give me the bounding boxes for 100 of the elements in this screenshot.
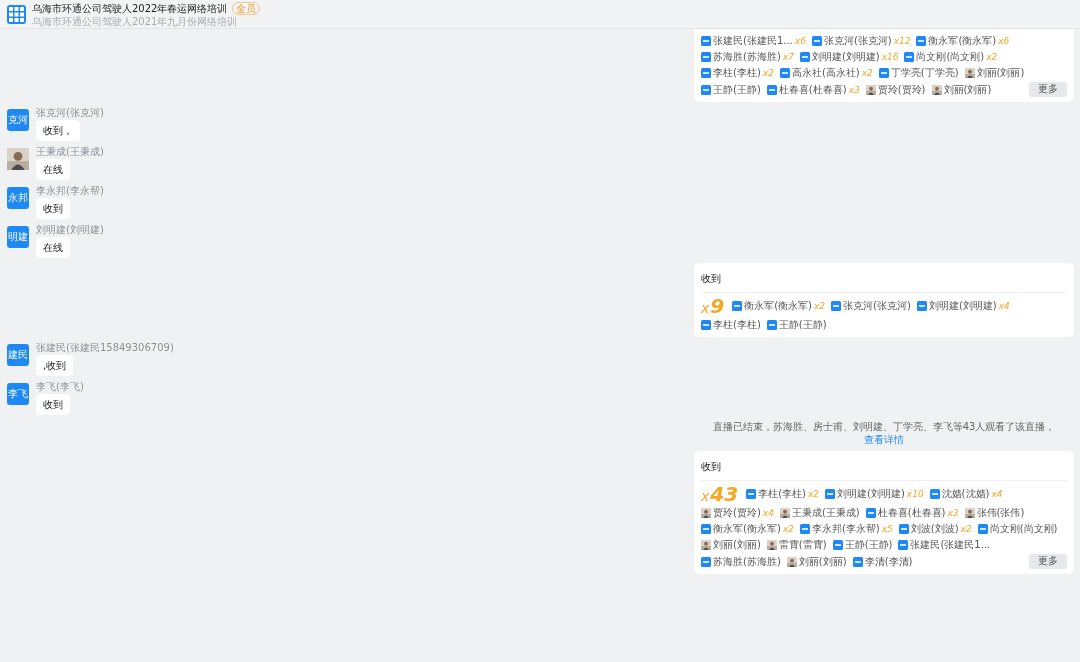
- name-tag-icon: [701, 524, 711, 534]
- reactor-name: 张建民(张建民1...: [910, 538, 991, 552]
- reactor-name: 高永社(高永社): [791, 66, 860, 80]
- reaction-count: x2: [814, 300, 826, 313]
- reaction-count: x5: [881, 523, 893, 536]
- name-tag-icon: [929, 489, 940, 499]
- sender-name: 李飞(李飞): [36, 381, 84, 392]
- user-avatar[interactable]: 明建: [7, 226, 29, 248]
- sender-name: 张克河(张克河): [36, 107, 104, 118]
- reactor-name: 衡永军(衡永军): [744, 299, 813, 313]
- sender-name: 李永邦(李永帮): [36, 185, 104, 196]
- times-sign: x: [701, 300, 710, 316]
- name-tag-icon: [852, 556, 863, 567]
- reactor-name: 贾玲(贾玲): [713, 506, 761, 520]
- reactor-name: 张克河(张克河): [843, 299, 911, 313]
- reactor-name: 衡永军(衡永军): [713, 522, 781, 536]
- reactor-name: 沈嫱(沈嫱): [941, 487, 990, 501]
- reaction-count: x2: [986, 51, 998, 64]
- name-tag-icon: [898, 524, 909, 534]
- reactor-name: 李柱(李柱): [758, 487, 806, 501]
- group-title: 乌海市环通公司驾驶人2022年春运网络培训: [32, 1, 228, 16]
- more-button[interactable]: 更多: [1029, 82, 1067, 97]
- reactor-name: 杜春喜(杜春喜): [778, 82, 847, 97]
- name-tag-icon: [811, 36, 822, 46]
- name-tag-icon: [916, 36, 927, 46]
- reactor-name: 王秉成(王秉成): [791, 506, 860, 520]
- live-ended-notice: 直播已结束，苏海胜、房士甫、刘明建、丁学亮、李飞等43人观看了该直播， 查看详情: [711, 420, 1057, 446]
- sender-name: 王秉成(王秉成): [36, 146, 104, 157]
- reactor-name: 苏海胜(苏海胜): [713, 50, 781, 64]
- reaction-count: x3: [848, 83, 860, 97]
- message-bubble: 收到，: [36, 120, 80, 141]
- name-tag-icon: [898, 540, 909, 550]
- reaction-count: x7: [782, 51, 794, 64]
- name-tag-icon: [766, 320, 777, 330]
- reactor-name: 王静(王静): [713, 82, 761, 97]
- reactor-name: 衡永军(衡永军): [928, 34, 997, 48]
- avatar-icon: [701, 540, 711, 550]
- reaction-count: x4: [991, 488, 1003, 501]
- total-count: 9: [710, 296, 725, 316]
- group-avatar-icon: [7, 4, 26, 24]
- reaction-count: x12: [893, 35, 911, 48]
- reaction-count: x2: [861, 67, 873, 80]
- reactor-name: 刘丽(刘丽): [798, 554, 847, 569]
- reaction-count: x2: [807, 488, 819, 501]
- reactor-name: 李清(李清): [864, 554, 913, 569]
- reactor-name: 王静(王静): [844, 538, 893, 552]
- name-tag-icon: [701, 36, 711, 46]
- user-avatar[interactable]: 克河: [7, 109, 29, 131]
- message-text: 收到: [701, 456, 1067, 481]
- name-tag-icon: [701, 68, 711, 78]
- name-tag-icon: [701, 556, 711, 567]
- reactor-name: 刘明建(刘明建): [928, 299, 997, 313]
- name-tag-icon: [779, 68, 790, 78]
- reaction-count: x6: [998, 35, 1010, 48]
- reaction-count: x2: [762, 67, 774, 80]
- name-tag-icon: [799, 52, 810, 62]
- message-bubble: 收到: [36, 394, 70, 415]
- message-bubble: 在线: [36, 237, 70, 258]
- reaction-count: x3: [947, 507, 959, 520]
- group-tag: 全员: [232, 2, 261, 15]
- name-tag-icon: [865, 508, 876, 518]
- reactor-name: 贾玲(贾玲): [877, 82, 926, 97]
- message-bubble: 收到: [36, 198, 70, 219]
- sender-name: 张建民(张建民15849306709): [36, 342, 174, 353]
- reactor-name: 张克河(张克河): [823, 34, 892, 48]
- sender-name: 刘明建(刘明建): [36, 224, 104, 235]
- reactor-name: 刘丽(刘丽): [976, 66, 1025, 80]
- reaction-count: x2: [782, 523, 794, 536]
- user-avatar[interactable]: 永邦: [7, 187, 29, 209]
- reactor-name: 张建民(张建民1...: [713, 34, 793, 48]
- reaction-count: x6: [794, 35, 806, 48]
- name-tag-icon: [746, 489, 757, 499]
- reactor-name: 刘明建(刘明建): [837, 487, 905, 501]
- reaction-count: x10: [906, 488, 924, 501]
- reactor-name: 张伟(张伟): [976, 506, 1025, 520]
- reactor-name: 尚文刚(尚文刚): [989, 522, 1058, 536]
- avatar-icon: [964, 68, 975, 78]
- reactor-name: 雷霄(雷霄): [778, 538, 827, 552]
- reactor-name: 刘丽(刘丽): [943, 82, 992, 97]
- reactor-name: 杜春喜(杜春喜): [877, 506, 946, 520]
- avatar-icon: [865, 84, 876, 95]
- avatar-icon: [766, 540, 777, 550]
- reactor-name: 王静(王静): [778, 318, 827, 332]
- avatar-icon: [779, 508, 790, 518]
- reaction-count: x2: [960, 523, 972, 536]
- name-tag-icon: [799, 524, 810, 534]
- message-text: 收到: [701, 268, 1067, 293]
- avatar-icon: [786, 556, 797, 567]
- user-avatar[interactable]: 李飞: [7, 383, 29, 405]
- reactor-name: 李柱(李柱): [713, 318, 761, 332]
- name-tag-icon: [904, 52, 915, 62]
- name-tag-icon: [878, 68, 889, 78]
- name-tag-icon: [701, 320, 711, 330]
- reactor-name: 丁学亮(丁学亮): [890, 66, 959, 80]
- details-link[interactable]: 查看详情: [864, 434, 904, 445]
- user-avatar[interactable]: 建民: [7, 344, 29, 366]
- more-button[interactable]: 更多: [1029, 554, 1067, 569]
- times-sign: x: [701, 488, 710, 504]
- name-tag-icon: [701, 52, 711, 62]
- name-tag-icon: [701, 84, 711, 95]
